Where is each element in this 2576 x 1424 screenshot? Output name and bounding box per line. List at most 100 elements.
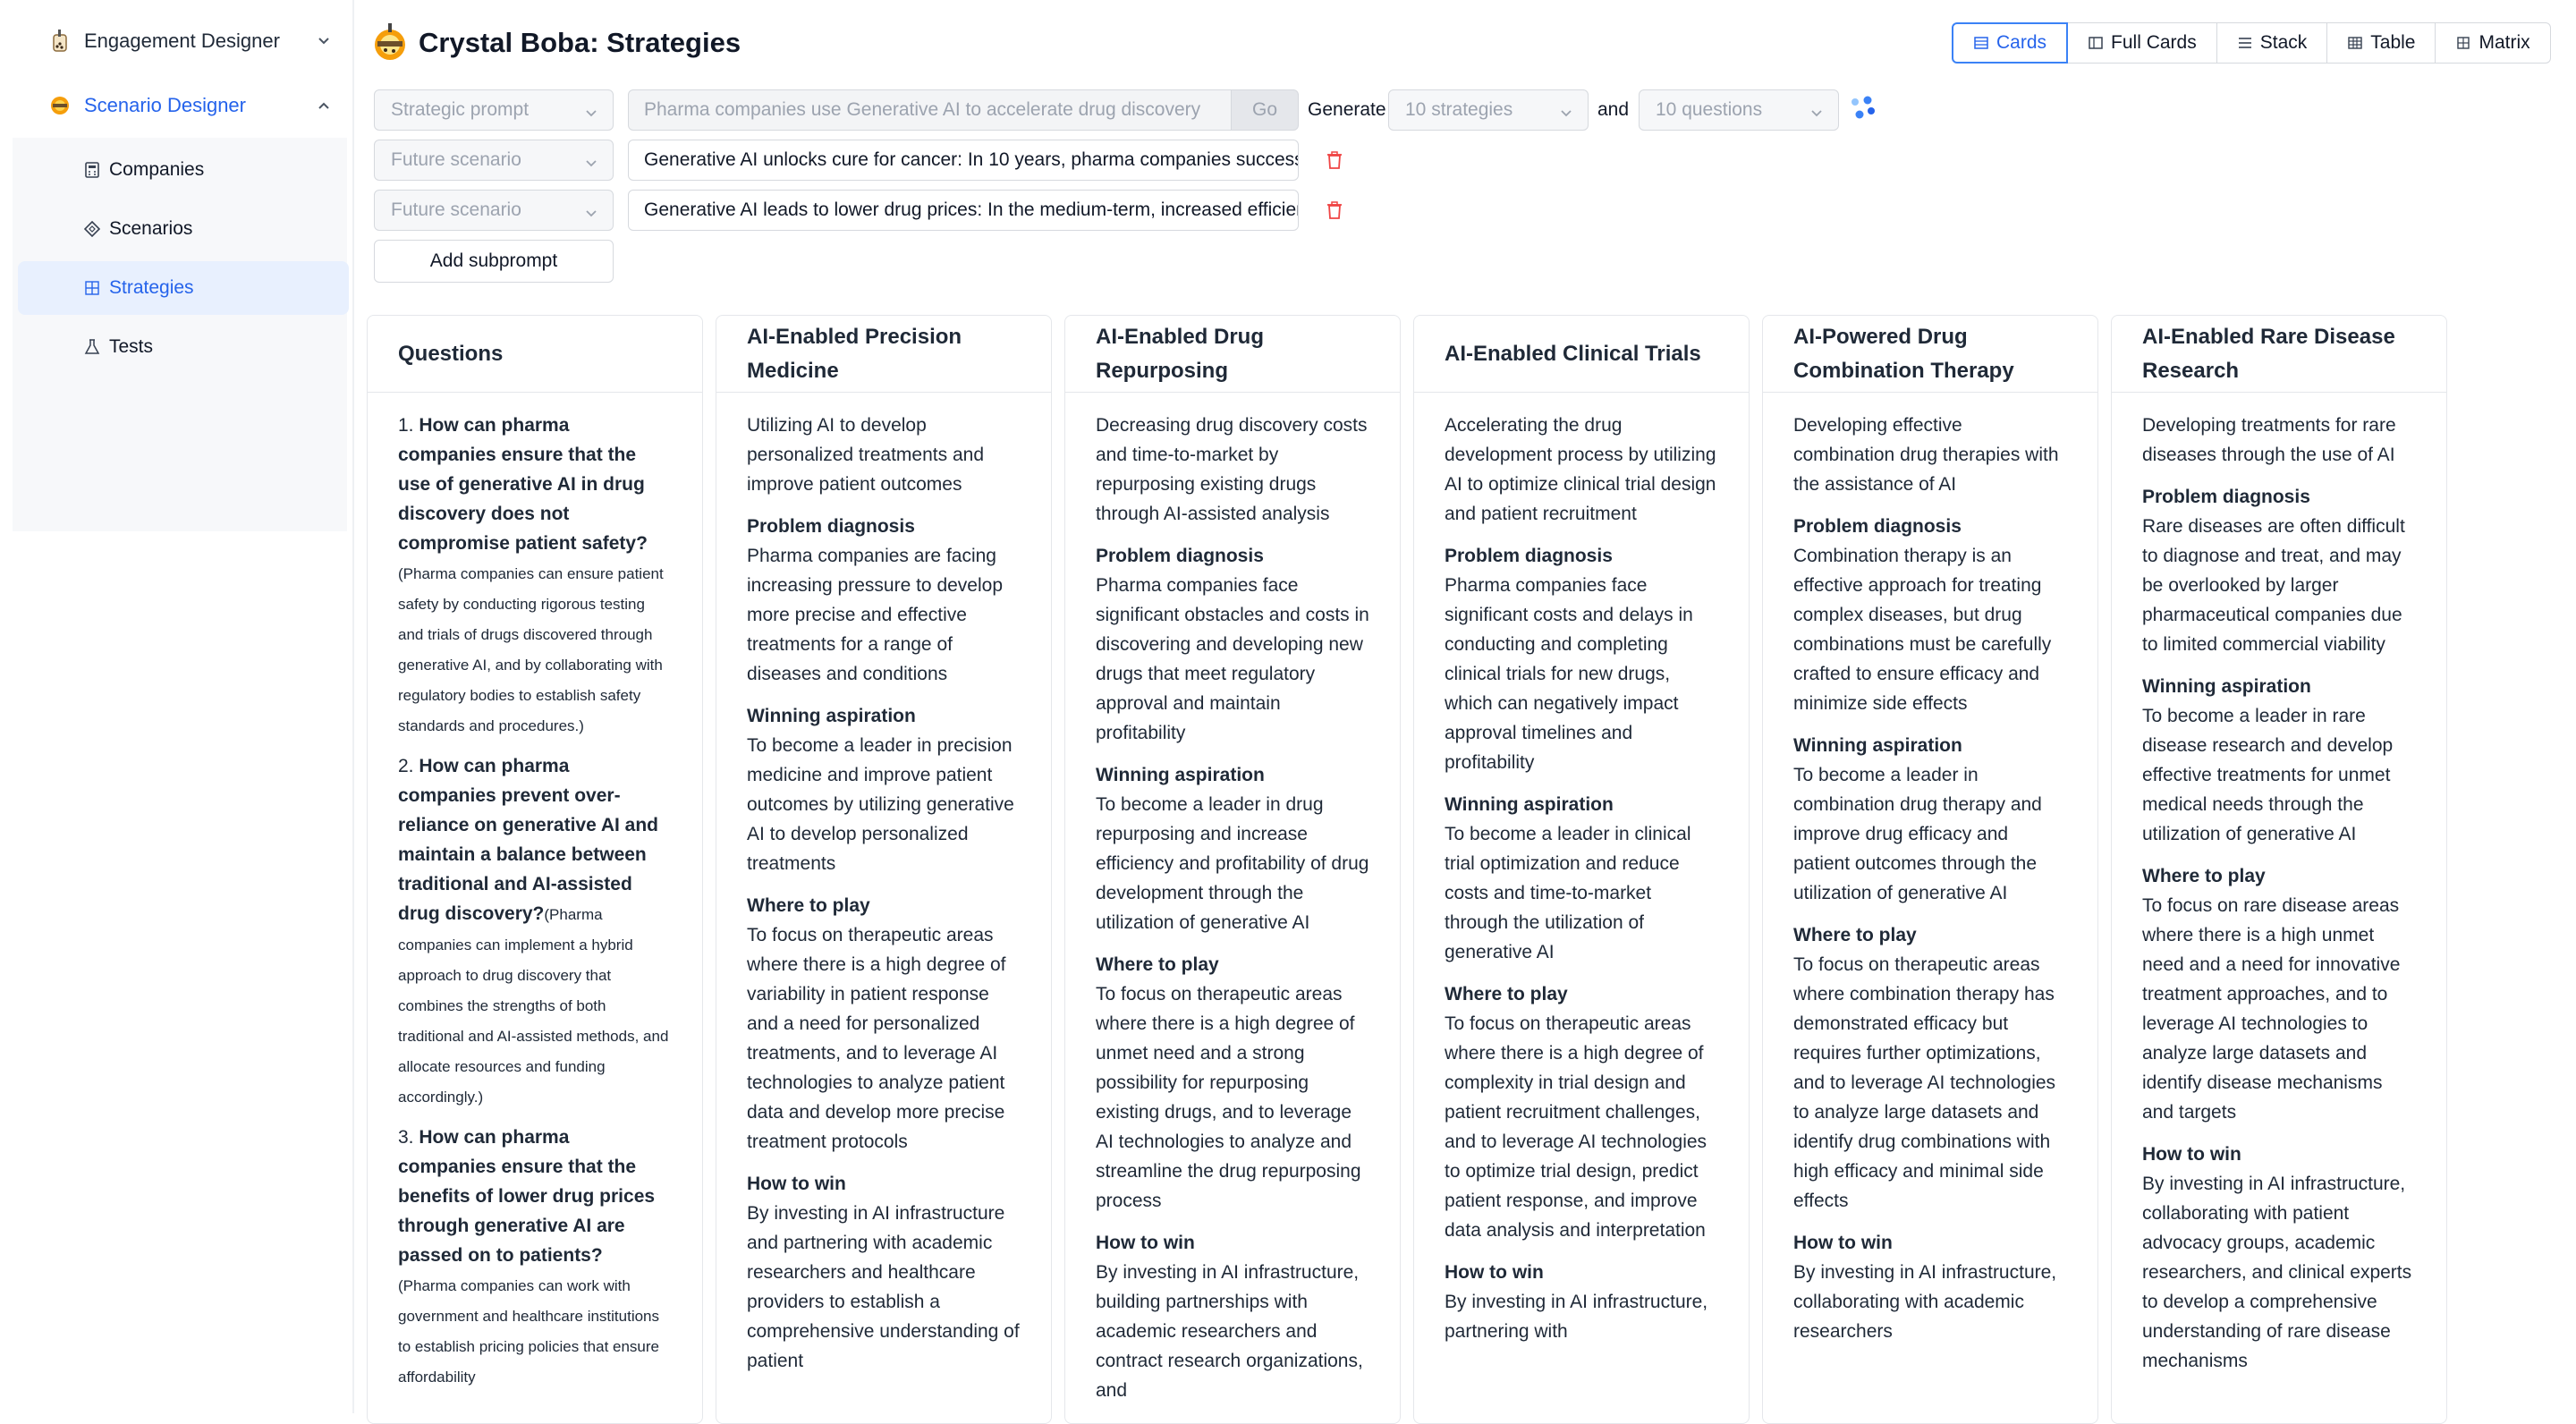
- section-title: Winning aspiration: [1793, 735, 1962, 756]
- sidebar-item-label: Scenarios: [109, 218, 193, 239]
- section-title: Where to play: [1096, 954, 1219, 975]
- sidebar-section-scenario-designer[interactable]: Scenario Designer: [13, 77, 352, 134]
- where-section: Where to play To focus on therapeutic are…: [747, 891, 1021, 1157]
- questions-count-select[interactable]: 10 questions: [1639, 89, 1839, 131]
- chevron-down-icon: [1559, 104, 1573, 118]
- where-section: Where to play To focus on therapeutic are…: [1445, 979, 1718, 1245]
- prompt-type-select[interactable]: Strategic prompt: [374, 89, 614, 131]
- question-number: 2.: [398, 756, 414, 776]
- tab-full-cards[interactable]: Full Cards: [2067, 22, 2217, 64]
- sidebar-section-label: Scenario Designer: [84, 94, 246, 116]
- column-title: Questions: [368, 316, 702, 393]
- prompt-input[interactable]: Pharma companies use Generative AI to ac…: [628, 89, 1233, 131]
- select-value: 10 questions: [1656, 99, 1763, 120]
- go-button[interactable]: Go: [1231, 89, 1299, 131]
- section-text: To focus on therapeutic areas where comb…: [1793, 954, 2056, 1211]
- section-text: Combination therapy is an effective appr…: [1793, 546, 2052, 714]
- strategy-body: Developing treatments for rare diseases …: [2112, 393, 2446, 1376]
- tab-label: Table: [2370, 32, 2416, 53]
- strategy-body: Developing effective combination drug th…: [1763, 393, 2097, 1346]
- boba-icon: [48, 28, 72, 55]
- sidebar-item-label: Companies: [109, 159, 205, 180]
- how-section: How to win By investing in AI infrastruct…: [1096, 1228, 1369, 1405]
- problem-section: Problem diagnosis Combination therapy is …: [1793, 512, 2067, 718]
- strategy-card[interactable]: AI-Enabled Precision Medicine Utilizing …: [716, 315, 1052, 1424]
- tab-table[interactable]: Table: [2326, 22, 2436, 64]
- strategy-title: AI-Enabled Clinical Trials: [1414, 316, 1749, 393]
- chevron-down-icon: [1809, 104, 1824, 118]
- add-subprompt-button[interactable]: Add subprompt: [374, 240, 614, 283]
- strategy-title: AI-Enabled Rare Disease Research: [2112, 316, 2446, 393]
- flask-icon: [82, 337, 102, 357]
- where-section: Where to play To focus on therapeutic are…: [1793, 920, 2067, 1216]
- section-text: To focus on therapeutic areas where ther…: [1445, 1013, 1707, 1241]
- strategy-summary: Developing effective combination drug th…: [1793, 415, 2059, 495]
- cards-icon: [1973, 35, 1989, 51]
- strategy-summary: Decreasing drug discovery costs and time…: [1096, 415, 1368, 524]
- strategies-count-select[interactable]: 10 strategies: [1388, 89, 1589, 131]
- subprompt-type-select[interactable]: Future scenario: [374, 140, 614, 181]
- sidebar-section-label: Engagement Designer: [84, 30, 280, 52]
- tab-stack[interactable]: Stack: [2216, 22, 2328, 64]
- sidebar-item-label: Tests: [109, 336, 154, 357]
- section-title: Winning aspiration: [747, 706, 916, 726]
- question-answer: (Pharma companies can ensure patient saf…: [398, 565, 664, 734]
- strategy-summary: Developing treatments for rare diseases …: [2142, 415, 2396, 465]
- section-text: By investing in AI infrastructure, partn…: [1445, 1292, 1708, 1342]
- question-answer: (Pharma companies can implement a hybrid…: [398, 906, 669, 1106]
- strategy-card[interactable]: AI-Enabled Clinical Trials Accelerating …: [1413, 315, 1750, 1424]
- tab-cards[interactable]: Cards: [1952, 22, 2069, 64]
- section-text: By investing in AI infrastructure and pa…: [747, 1203, 1020, 1371]
- aspiration-section: Winning aspiration To become a leader in …: [2142, 672, 2416, 849]
- aspiration-section: Winning aspiration To become a leader in …: [747, 701, 1021, 878]
- full-cards-icon: [2088, 35, 2104, 51]
- section-text: Pharma companies face significant obstac…: [1096, 575, 1369, 743]
- sidebar-item-companies[interactable]: Companies: [18, 143, 349, 197]
- section-title: Where to play: [747, 895, 870, 916]
- strategy-body: Decreasing drug discovery costs and time…: [1065, 393, 1400, 1405]
- sidebar-section-engagement-designer[interactable]: Engagement Designer: [13, 13, 352, 70]
- sidebar-item-strategies[interactable]: Strategies: [18, 261, 349, 315]
- section-text: To become a leader in combination drug t…: [1793, 765, 2042, 903]
- section-title: Winning aspiration: [2142, 676, 2311, 697]
- delete-icon[interactable]: [1326, 200, 1343, 220]
- subprompt-input[interactable]: Generative AI unlocks cure for cancer: I…: [628, 140, 1299, 181]
- tab-matrix[interactable]: Matrix: [2435, 22, 2551, 64]
- section-title: Problem diagnosis: [747, 516, 915, 537]
- section-text: Pharma companies face significant costs …: [1445, 575, 1693, 773]
- strategy-card[interactable]: AI-Enabled Drug Repurposing Decreasing d…: [1064, 315, 1401, 1424]
- sidebar-item-tests[interactable]: Tests: [18, 320, 349, 374]
- strategy-card[interactable]: AI-Enabled Rare Disease Research Develop…: [2111, 315, 2447, 1424]
- chevron-down-icon: [584, 204, 598, 218]
- tab-label: Full Cards: [2111, 32, 2197, 53]
- question-text: How can pharma companies ensure that the…: [398, 1127, 656, 1266]
- strategy-body: Accelerating the drug development proces…: [1414, 393, 1749, 1346]
- aspiration-section: Winning aspiration To become a leader in …: [1445, 790, 1718, 967]
- strategy-title: AI-Enabled Drug Repurposing: [1065, 316, 1400, 393]
- strategy-summary: Accelerating the drug development proces…: [1445, 415, 1716, 524]
- subprompt-input[interactable]: Generative AI leads to lower drug prices…: [628, 190, 1299, 231]
- aspiration-section: Winning aspiration To become a leader in …: [1096, 760, 1369, 937]
- section-title: Problem diagnosis: [1793, 516, 1962, 537]
- calculator-icon: [82, 160, 102, 180]
- subprompt-type-select[interactable]: Future scenario: [374, 190, 614, 231]
- section-title: Where to play: [2142, 866, 2266, 886]
- strategy-card[interactable]: AI-Powered Drug Combination Therapy Deve…: [1762, 315, 2098, 1424]
- section-title: How to win: [2142, 1144, 2241, 1165]
- sidebar-item-scenarios[interactable]: Scenarios: [18, 202, 349, 256]
- question-text: How can pharma companies ensure that the…: [398, 415, 648, 554]
- select-value: Future scenario: [391, 149, 521, 170]
- aspiration-section: Winning aspiration To become a leader in …: [1793, 731, 2067, 908]
- how-section: How to win By investing in AI infrastruct…: [747, 1169, 1021, 1376]
- section-title: Problem diagnosis: [1096, 546, 1264, 566]
- section-title: How to win: [1445, 1262, 1544, 1283]
- section-text: To focus on therapeutic areas where ther…: [747, 925, 1006, 1152]
- loading-spinner-icon: [1848, 93, 1878, 123]
- tab-label: Cards: [1996, 32, 2047, 53]
- how-section: How to win By investing in AI infrastruct…: [1445, 1258, 1718, 1346]
- section-text: By investing in AI infrastructure, colla…: [2142, 1174, 2412, 1371]
- question-answer: (Pharma companies can work with governme…: [398, 1277, 660, 1386]
- delete-icon[interactable]: [1326, 150, 1343, 170]
- select-value: Future scenario: [391, 199, 521, 220]
- section-title: Winning aspiration: [1096, 765, 1265, 785]
